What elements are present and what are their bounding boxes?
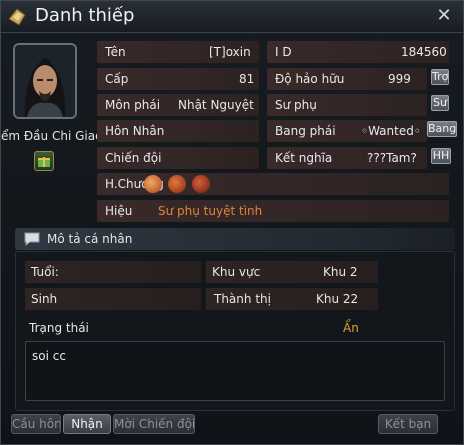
marriage-field: Hôn Nhân — [97, 120, 259, 142]
name-label: Tên — [105, 45, 126, 59]
title-field: Hiệu Sư phụ tuyệt tình — [97, 200, 449, 222]
master-button[interactable]: Sư — [431, 95, 449, 111]
sect-field: Môn phái Nhật Nguyệt — [97, 94, 259, 116]
bio-textarea[interactable]: soi cc — [25, 341, 445, 401]
age-field: Tuổi: — [25, 261, 201, 283]
city-label: Thành thị — [214, 292, 271, 306]
avatar — [13, 43, 77, 119]
friendship-field: Độ hảo hữu 999 — [267, 68, 427, 90]
id-value: 184560 — [401, 45, 447, 59]
medal-icon[interactable] — [168, 175, 186, 193]
sect-label: Môn phái — [105, 98, 161, 112]
character-name: ểm Đầu Chi Giao — [1, 129, 103, 143]
master-field: Sư phụ — [267, 94, 427, 116]
honor-title-label: Hiệu — [105, 204, 133, 218]
gift-glyph-icon — [38, 157, 50, 167]
close-icon[interactable]: ✕ — [435, 7, 453, 25]
sworn-field: Kết nghĩa ???Tam? — [267, 147, 427, 169]
sworn-value: ???Tam? — [367, 151, 417, 165]
guild-label: Bang phái — [275, 124, 336, 138]
city-field: Thành thị Khu 22 — [206, 288, 378, 310]
level-label: Cấp — [105, 72, 129, 86]
support-button[interactable]: Trợ — [431, 69, 449, 85]
region-field: Khu vực Khu 2 — [206, 261, 378, 283]
add-friend-button[interactable]: Kết bạn — [378, 414, 438, 434]
sect-value: Nhật Nguyệt — [178, 98, 254, 112]
guild-field: Bang phái ◦Wanted◦ — [267, 120, 427, 142]
id-field: I D 184560 — [267, 41, 449, 63]
birth-label: Sinh — [31, 292, 58, 306]
title-bar[interactable]: Danh thiếp ✕ — [1, 1, 463, 33]
level-field: Cấp 81 — [97, 68, 259, 90]
medal-icon[interactable] — [144, 175, 162, 193]
name-value: [T]oxin — [209, 45, 251, 59]
section-title: Mô tả cá nhân — [47, 232, 133, 246]
character-portrait-icon — [15, 45, 75, 117]
card-icon — [8, 8, 26, 26]
master-label: Sư phụ — [275, 98, 317, 112]
id-label: I D — [275, 45, 292, 59]
invite-team-button[interactable]: Mời Chiến đội — [113, 414, 195, 434]
name-field: Tên [T]oxin — [97, 41, 259, 63]
sworn-button[interactable]: HH — [431, 148, 451, 164]
sworn-label: Kết nghĩa — [275, 151, 333, 165]
guild-button[interactable]: Bang — [427, 121, 457, 137]
marriage-label: Hôn Nhân — [105, 124, 165, 138]
bio-text: soi cc — [32, 349, 66, 363]
age-label: Tuổi: — [31, 265, 59, 279]
birth-field: Sinh — [25, 288, 201, 310]
status-label: Trạng thái — [29, 321, 89, 335]
honor-title-value: Sư phụ tuyệt tình — [158, 204, 263, 218]
accept-button[interactable]: Nhận — [63, 414, 111, 434]
window-title: Danh thiếp — [35, 5, 135, 26]
speech-bubble-icon — [24, 232, 40, 246]
business-card-window: Danh thiếp ✕ ểm Đầu Chi Giao Tên [T]oxin… — [0, 0, 464, 445]
region-label: Khu vực — [212, 265, 261, 279]
team-label: Chiến đội — [105, 151, 162, 165]
propose-button[interactable]: Cầu hôn — [11, 414, 61, 434]
region-value: Khu 2 — [323, 265, 358, 279]
gift-icon[interactable] — [34, 151, 54, 171]
level-value: 81 — [239, 72, 255, 86]
medal-icon[interactable] — [192, 175, 210, 193]
guild-value: ◦Wanted◦ — [361, 124, 421, 138]
friendship-label: Độ hảo hữu — [275, 72, 345, 86]
team-field: Chiến đội — [97, 147, 259, 169]
personal-description-header: Mô tả cá nhân — [15, 228, 455, 250]
city-value: Khu 22 — [316, 292, 359, 306]
friendship-value: 999 — [388, 72, 411, 86]
status-value: Ẩn — [343, 321, 359, 335]
